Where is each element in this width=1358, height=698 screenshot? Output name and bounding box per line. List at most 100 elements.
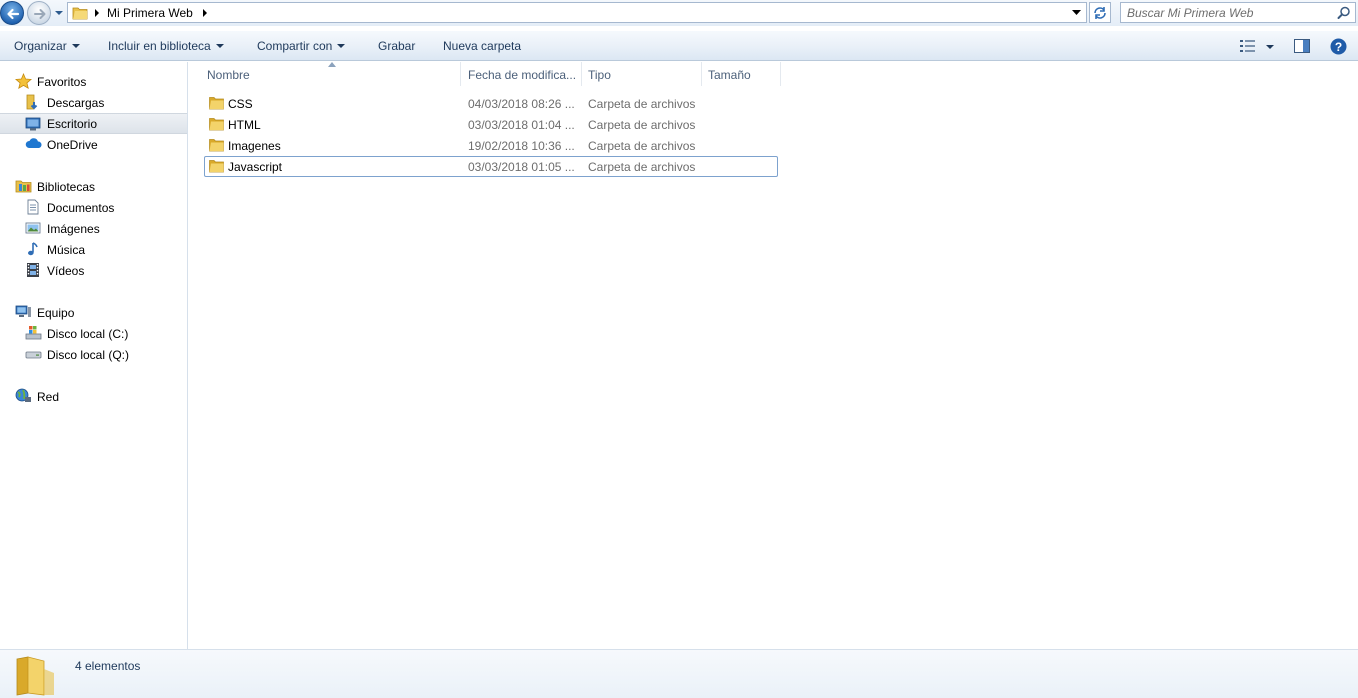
nav-computer-label: Equipo bbox=[37, 306, 75, 320]
file-type: Carpeta de archivos bbox=[588, 97, 696, 111]
nav-disk-q-label: Disco local (Q:) bbox=[47, 348, 130, 362]
file-name: Javascript bbox=[228, 160, 283, 174]
refresh-button[interactable] bbox=[1089, 2, 1111, 23]
nav-downloads-label: Descargas bbox=[47, 96, 105, 110]
pictures-icon bbox=[25, 222, 41, 234]
nav-documents[interactable]: Documentos bbox=[0, 197, 187, 218]
nav-network[interactable]: Red bbox=[0, 386, 187, 407]
nav-videos-label: Vídeos bbox=[47, 264, 85, 278]
column-type-label: Tipo bbox=[588, 68, 611, 82]
column-header-date[interactable]: Fecha de modifica... bbox=[462, 62, 582, 86]
share-with-label: Compartir con bbox=[257, 39, 333, 53]
documents-icon bbox=[27, 199, 39, 215]
forward-button[interactable] bbox=[27, 1, 51, 25]
share-with-button[interactable]: Compartir con bbox=[257, 39, 346, 53]
music-note-icon bbox=[28, 242, 38, 256]
burn-button[interactable]: Grabar bbox=[378, 39, 415, 53]
folder-icon bbox=[16, 656, 54, 696]
drive-icon bbox=[25, 351, 42, 359]
forward-arrow-icon bbox=[34, 9, 46, 19]
organize-label: Organizar bbox=[14, 39, 67, 53]
address-row: Mi Primera Web bbox=[0, 0, 1358, 26]
sort-ascending-icon bbox=[328, 62, 336, 67]
file-type: Carpeta de archivos bbox=[588, 160, 696, 174]
recent-pages-chevron-icon[interactable] bbox=[54, 8, 64, 18]
include-in-library-button[interactable]: Incluir en biblioteca bbox=[108, 39, 224, 53]
change-view-icon[interactable] bbox=[1240, 40, 1256, 52]
nav-network-label: Red bbox=[37, 390, 60, 404]
column-header-type[interactable]: Tipo bbox=[582, 62, 702, 86]
file-date: 03/03/2018 01:05 ... bbox=[468, 160, 575, 174]
file-type: Carpeta de archivos bbox=[588, 118, 696, 132]
file-name: Imagenes bbox=[228, 139, 281, 153]
view-options-dropdown-icon[interactable] bbox=[1266, 45, 1274, 49]
breadcrumb-separator-icon[interactable] bbox=[201, 8, 209, 18]
table-row[interactable]: Imagenes 19/02/2018 10:36 ... Carpeta de… bbox=[204, 135, 778, 156]
nav-favorites[interactable]: Favoritos bbox=[0, 71, 187, 92]
breadcrumb-separator-icon[interactable] bbox=[93, 8, 101, 18]
back-button[interactable] bbox=[0, 1, 24, 25]
breadcrumb-current[interactable]: Mi Primera Web bbox=[107, 6, 193, 20]
svg-text:?: ? bbox=[1335, 40, 1342, 54]
new-folder-label: Nueva carpeta bbox=[443, 39, 522, 53]
folder-icon bbox=[209, 160, 224, 173]
file-date: 19/02/2018 10:36 ... bbox=[468, 139, 575, 153]
cloud-icon bbox=[25, 138, 42, 148]
include-library-label: Incluir en biblioteca bbox=[108, 39, 211, 53]
chevron-down-icon bbox=[215, 44, 224, 48]
address-bar[interactable]: Mi Primera Web bbox=[67, 2, 1087, 23]
table-row[interactable]: Javascript 03/03/2018 01:05 ... Carpeta … bbox=[204, 156, 778, 177]
downloads-folder-icon bbox=[26, 94, 38, 110]
nav-pictures[interactable]: Imágenes bbox=[0, 218, 187, 239]
nav-music[interactable]: Música bbox=[0, 239, 187, 260]
preview-pane-icon[interactable] bbox=[1294, 39, 1310, 53]
new-folder-button[interactable]: Nueva carpeta bbox=[443, 39, 521, 53]
search-input[interactable] bbox=[1121, 3, 1331, 22]
item-count: 4 elementos bbox=[75, 659, 141, 673]
column-date-label: Fecha de modifica... bbox=[468, 68, 577, 82]
nav-downloads[interactable]: Descargas bbox=[0, 92, 187, 113]
nav-desktop[interactable]: Escritorio bbox=[0, 113, 187, 134]
network-globe-icon bbox=[15, 388, 31, 402]
file-name: HTML bbox=[228, 118, 261, 132]
nav-disk-q[interactable]: Disco local (Q:) bbox=[0, 344, 187, 365]
table-row[interactable]: HTML 03/03/2018 01:04 ... Carpeta de arc… bbox=[204, 114, 778, 135]
computer-icon bbox=[15, 305, 31, 317]
nav-libraries[interactable]: Bibliotecas bbox=[0, 176, 187, 197]
burn-label: Grabar bbox=[378, 39, 416, 53]
help-icon[interactable]: ? bbox=[1330, 38, 1347, 55]
search-icon[interactable] bbox=[1337, 6, 1351, 20]
file-list: Nombre Fecha de modifica... Tipo Tamaño … bbox=[189, 62, 1358, 649]
nav-favorites-label: Favoritos bbox=[37, 75, 87, 89]
details-pane: 4 elementos bbox=[0, 649, 1358, 698]
address-history-dropdown-icon[interactable] bbox=[1072, 10, 1081, 16]
file-name: CSS bbox=[228, 97, 253, 111]
system-drive-icon bbox=[25, 326, 42, 340]
organize-menu-button[interactable]: Organizar bbox=[14, 39, 80, 53]
desktop-icon bbox=[25, 117, 41, 131]
back-arrow-icon bbox=[7, 8, 20, 20]
column-size-label: Tamaño bbox=[708, 68, 751, 82]
refresh-icon bbox=[1094, 7, 1106, 19]
libraries-icon bbox=[15, 180, 32, 193]
nav-disk-c-label: Disco local (C:) bbox=[47, 327, 129, 341]
folder-icon bbox=[72, 7, 88, 20]
file-date: 04/03/2018 08:26 ... bbox=[468, 97, 575, 111]
column-header-size[interactable]: Tamaño bbox=[702, 62, 781, 86]
file-date: 03/03/2018 01:04 ... bbox=[468, 118, 575, 132]
table-row[interactable]: CSS 04/03/2018 08:26 ... Carpeta de arch… bbox=[204, 93, 778, 114]
nav-disk-c[interactable]: Disco local (C:) bbox=[0, 323, 187, 344]
nav-onedrive-label: OneDrive bbox=[47, 138, 98, 152]
video-film-icon bbox=[27, 263, 39, 277]
nav-videos[interactable]: Vídeos bbox=[0, 260, 187, 281]
nav-computer[interactable]: Equipo bbox=[0, 302, 187, 323]
chevron-down-icon bbox=[337, 44, 346, 48]
nav-onedrive[interactable]: OneDrive bbox=[0, 134, 187, 155]
search-box[interactable] bbox=[1120, 2, 1356, 23]
file-type: Carpeta de archivos bbox=[588, 139, 696, 153]
navigation-pane: Favoritos Descargas Escritorio OneDrive … bbox=[0, 62, 188, 649]
column-name-label: Nombre bbox=[207, 68, 250, 82]
folder-icon bbox=[209, 139, 224, 152]
nav-documents-label: Documentos bbox=[47, 201, 115, 215]
star-icon bbox=[15, 73, 32, 90]
